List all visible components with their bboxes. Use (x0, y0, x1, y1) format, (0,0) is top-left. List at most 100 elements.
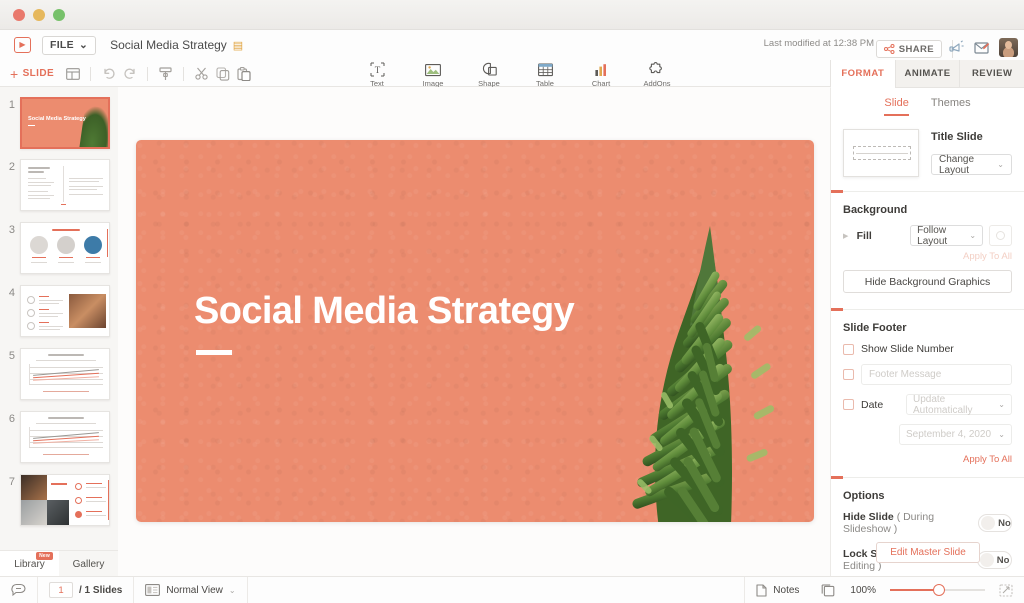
hide-background-graphics-button[interactable]: Hide Background Graphics (843, 270, 1012, 293)
show-slide-number-row[interactable]: Show Slide Number (843, 343, 1012, 355)
subtab-themes[interactable]: Themes (931, 97, 971, 116)
view-mode-segment[interactable]: Normal View ⌄ (134, 576, 248, 603)
thumbnail-item-4[interactable]: 4 (0, 285, 118, 337)
edit-master-slide-button[interactable]: Edit Master Slide (876, 542, 980, 563)
paste-icon[interactable] (233, 63, 254, 84)
scissors-icon[interactable] (191, 63, 212, 84)
tab-library[interactable]: Library New (0, 551, 59, 577)
slide-thumbnail[interactable] (20, 285, 110, 337)
plus-icon: + (10, 65, 19, 82)
fill-row: ▶ Fill Follow Layout ⌄ (843, 225, 1012, 247)
notes-button[interactable]: Notes (744, 576, 810, 603)
presentation-app-icon[interactable]: ▶ (14, 37, 31, 53)
redo-icon[interactable] (119, 63, 140, 84)
fill-color-swatch[interactable] (989, 225, 1012, 246)
edit-master-slide-row: Edit Master Slide (831, 542, 1024, 563)
zoom-slider-fill (890, 589, 940, 591)
window-minimize-button[interactable] (33, 8, 45, 21)
date-value-row[interactable]: September 4, 2020 ⌄ (899, 424, 1012, 445)
notes-panel-icon (821, 583, 835, 597)
slide-thumbnail[interactable] (20, 222, 110, 274)
tab-format[interactable]: FORMAT (830, 60, 895, 88)
comments-segment[interactable] (0, 576, 38, 603)
hide-slide-toggle[interactable]: No (978, 514, 1012, 532)
notes-panel-button[interactable] (810, 577, 846, 603)
footer-message-row[interactable]: Footer Message (843, 364, 1012, 385)
insert-shape-button[interactable]: Shape (470, 60, 508, 88)
window-close-button[interactable] (13, 8, 25, 21)
share-button-label: SHARE (898, 43, 934, 55)
layout-title-placeholder (853, 146, 911, 160)
tab-gallery[interactable]: Gallery (59, 551, 118, 577)
status-right-group: Notes 100% (744, 576, 1024, 603)
chevron-down-icon: ⌄ (78, 39, 89, 51)
change-layout-label: Change Layout (939, 153, 975, 176)
thumbnail-item-2[interactable]: 2 (0, 159, 118, 211)
insert-addons-button[interactable]: AddOns (638, 60, 676, 88)
thumbnail-item-5[interactable]: 5 (0, 348, 118, 400)
footer-apply-to-all[interactable]: Apply To All (843, 454, 1012, 465)
window-zoom-button[interactable] (53, 8, 65, 21)
zoom-slider-knob[interactable] (933, 584, 946, 596)
user-avatar[interactable] (999, 38, 1018, 57)
date-row[interactable]: Date Update Automatically ⌄ (843, 394, 1012, 416)
announcement-icon[interactable] (949, 40, 965, 55)
background-apply-to-all[interactable]: Apply To All (843, 251, 1012, 262)
date-mode-select[interactable]: Update Automatically ⌄ (906, 394, 1012, 416)
footer-message-checkbox[interactable] (843, 369, 854, 380)
slide-title-text[interactable]: Social Media Strategy (194, 292, 575, 330)
undo-icon[interactable] (98, 63, 119, 84)
zoom-slider[interactable] (890, 584, 985, 596)
thumbnail-title: Social Media Strategy (28, 116, 86, 122)
insert-table-button[interactable]: Table (526, 60, 564, 88)
slide-thumbnail[interactable] (20, 411, 110, 463)
file-menu-button[interactable]: FILE ⌄ (42, 35, 97, 55)
change-layout-button[interactable]: Change Layout ⌄ (931, 153, 1012, 176)
share-nodes-icon (883, 44, 895, 54)
footer-message-input[interactable]: Footer Message (861, 364, 1012, 385)
slide-canvas[interactable]: Social Media Strategy (118, 87, 830, 576)
slide-thumbnail-rail[interactable]: 1 Social Media Strategy 2 3 4 5 6 7 (0, 87, 118, 550)
insert-text-button[interactable]: T Text (358, 60, 396, 88)
slide-thumbnail[interactable] (20, 474, 110, 526)
page-indicator-segment[interactable]: 1 / 1 Slides (38, 576, 135, 603)
copy-icon[interactable] (212, 63, 233, 84)
date-value-select[interactable]: September 4, 2020 ⌄ (899, 424, 1012, 445)
slide-title-rule (196, 350, 232, 355)
active-slide[interactable]: Social Media Strategy (136, 140, 814, 522)
thumbnail-number: 2 (8, 161, 15, 173)
thumbnail-item-7[interactable]: 7 (0, 474, 118, 526)
comment-icon[interactable] (11, 583, 26, 597)
expand-triangle-icon[interactable]: ▶ (843, 232, 851, 240)
slide-thumbnail[interactable]: Social Media Strategy (20, 97, 110, 149)
document-title[interactable]: Social Media Strategy ▤ (110, 38, 243, 52)
page-number-input[interactable]: 1 (49, 582, 73, 598)
insert-image-button[interactable]: Image (414, 60, 452, 88)
slide-thumbnail[interactable] (20, 159, 110, 211)
subtab-slide[interactable]: Slide (884, 97, 909, 116)
slide-thumbnail[interactable] (20, 348, 110, 400)
zoom-control[interactable]: 100% (846, 577, 1024, 603)
fill-select[interactable]: Follow Layout ⌄ (910, 225, 984, 247)
date-checkbox[interactable] (843, 399, 854, 410)
fit-to-screen-icon[interactable] (999, 583, 1013, 597)
paint-format-icon[interactable] (155, 63, 176, 84)
new-badge: New (36, 552, 53, 560)
tab-review[interactable]: REVIEW (959, 60, 1024, 88)
add-slide-button[interactable]: + SLIDE (10, 67, 62, 81)
layout-preview[interactable] (843, 129, 919, 177)
slide-footer-section-title: Slide Footer (843, 322, 907, 334)
show-slide-number-checkbox[interactable] (843, 343, 854, 355)
compose-icon[interactable] (974, 41, 990, 55)
share-button[interactable]: SHARE (875, 40, 942, 58)
thumbnail-item-1[interactable]: 1 Social Media Strategy (0, 97, 118, 149)
table-icon (537, 61, 553, 78)
locked-folder-icon[interactable]: ▤ (233, 39, 243, 52)
thumbnail-item-3[interactable]: 3 (0, 222, 118, 274)
show-slide-number-label: Show Slide Number (861, 343, 954, 355)
library-gallery-tabs: Library New Gallery (0, 550, 118, 577)
tab-animate[interactable]: ANIMATE (894, 60, 960, 88)
thumbnail-item-6[interactable]: 6 (0, 411, 118, 463)
insert-chart-button[interactable]: Chart (582, 60, 620, 88)
slide-layout-icon[interactable] (62, 63, 83, 84)
